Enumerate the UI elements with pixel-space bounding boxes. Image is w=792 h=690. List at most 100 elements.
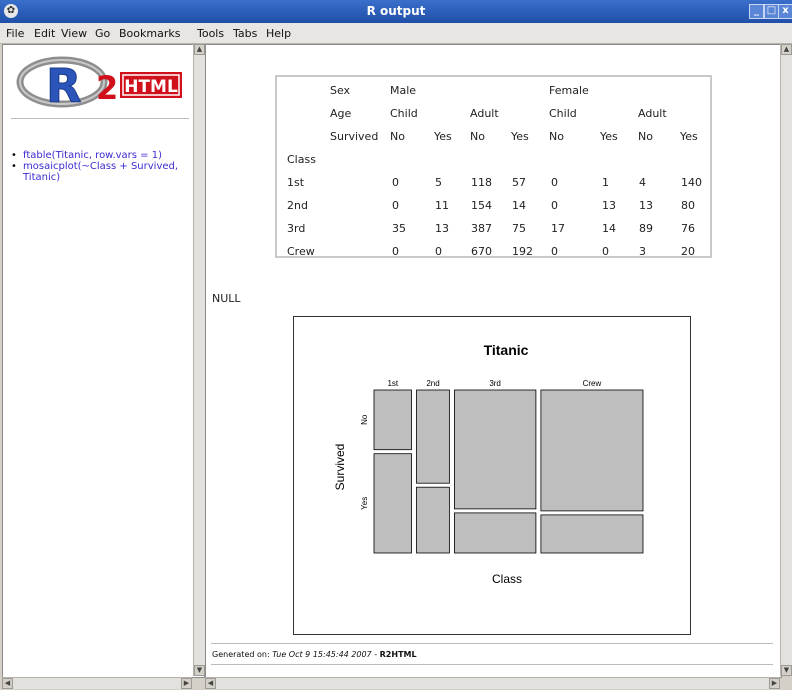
logo-two: 2 <box>96 69 118 107</box>
scroll-up-arrow-icon[interactable]: ▲ <box>194 44 205 55</box>
mosaic-tile-crew-yes <box>540 514 644 554</box>
mosaic-tile-crew-no <box>540 389 644 512</box>
table-header: Child <box>549 107 577 120</box>
table-header: No <box>390 130 405 143</box>
table-cell: 0 <box>392 245 399 258</box>
table-row-header: Class <box>287 153 316 166</box>
footer-text: Generated on: Tue Oct 9 15:45:44 2007 - … <box>212 650 417 659</box>
menu-edit[interactable]: Edit <box>34 27 55 40</box>
table-header: Yes <box>680 130 698 143</box>
table-cell: 192 <box>512 245 533 258</box>
x-tick-label: Crew <box>583 379 602 388</box>
table-cell: 0 <box>392 199 399 212</box>
menu-bookmarks[interactable]: Bookmarks <box>119 27 180 40</box>
mosaic-tile-first-yes <box>373 453 412 554</box>
table-cell: 57 <box>512 176 526 189</box>
scroll-right-arrow-icon[interactable]: ▶ <box>181 678 192 689</box>
mosaic-tile-third-no <box>453 389 537 510</box>
footer-sep: - <box>371 650 380 659</box>
menu-file[interactable]: File <box>6 27 24 40</box>
table-cell: 14 <box>512 199 526 212</box>
scroll-left-arrow-icon[interactable]: ◀ <box>2 678 13 689</box>
table-header: Sex <box>330 84 351 97</box>
table-cell: 118 <box>471 176 492 189</box>
table-header: Yes <box>511 130 529 143</box>
table-row-name: 2nd <box>287 199 308 212</box>
table-row-name: Crew <box>287 245 315 258</box>
table-cell: 0 <box>551 199 558 212</box>
table-header: Child <box>390 107 418 120</box>
menu-tabs[interactable]: Tabs <box>233 27 257 40</box>
mosaic-tile-first-no <box>373 389 412 451</box>
left-vertical-scrollbar[interactable]: ▲ ▼ <box>193 44 205 676</box>
mosaic-tile-third-yes <box>453 512 537 554</box>
toc-link-ftable[interactable]: ftable(Titanic, row.vars = 1) <box>11 150 199 161</box>
menu-view[interactable]: View <box>61 27 87 40</box>
table-cell: 17 <box>551 222 565 235</box>
x-tick-label: 3rd <box>489 379 501 388</box>
mosaic-tile-second-yes <box>416 486 450 554</box>
table-cell: 0 <box>392 176 399 189</box>
menu-help[interactable]: Help <box>266 27 291 40</box>
table-cell: 80 <box>681 199 695 212</box>
close-button[interactable]: x <box>778 4 792 19</box>
minimize-button[interactable]: _ <box>749 4 764 19</box>
table-header: Male <box>390 84 417 97</box>
table-header: Survived <box>330 130 379 143</box>
scroll-right-arrow-icon[interactable]: ▶ <box>769 678 780 689</box>
table-cell: 0 <box>551 176 558 189</box>
footer-divider <box>211 643 773 644</box>
table-cell: 0 <box>551 245 558 258</box>
r2html-logo: R 2 HTML <box>16 56 182 108</box>
table-cell: 387 <box>471 222 492 235</box>
y-axis-label: Survived <box>333 444 347 491</box>
table-cell: 670 <box>471 245 492 258</box>
table-cell: 1 <box>602 176 609 189</box>
table-cell: 20 <box>681 245 695 258</box>
plot-title: Titanic <box>484 342 529 358</box>
toc-list: ftable(Titanic, row.vars = 1) mosaicplot… <box>11 150 199 183</box>
mosaic-plot-svg: Titanic Class Survived 1st 2nd 3rd Crew No Ye… <box>333 342 644 586</box>
footer-date: Tue Oct 9 15:45:44 2007 <box>272 650 372 659</box>
null-output: NULL <box>212 292 241 305</box>
ftable-output: Sex Male Female Age Child Adult Child Ad… <box>275 75 712 258</box>
title-bar: ✿ R output _ □ x <box>0 0 792 23</box>
table-cell: 13 <box>639 199 653 212</box>
footer-brand: R2HTML <box>379 650 417 659</box>
table-cell: 3 <box>639 245 646 258</box>
scroll-down-arrow-icon[interactable]: ▼ <box>781 665 792 676</box>
menu-go[interactable]: Go <box>95 27 110 40</box>
menu-bar: File Edit View Go Bookmarks Tools Tabs H… <box>0 23 792 44</box>
toc-link-mosaicplot[interactable]: mosaicplot(~Class + Survived, Titanic) <box>11 161 199 183</box>
table-row-name: 1st <box>287 176 305 189</box>
right-horizontal-scrollbar[interactable]: ◀ ▶ <box>205 677 780 689</box>
output-frame: Sex Male Female Age Child Adult Child Ad… <box>205 44 782 678</box>
table-cell: 5 <box>435 176 442 189</box>
table-cell: 14 <box>602 222 616 235</box>
logo-html: HTML <box>124 77 178 97</box>
table-header: No <box>549 130 564 143</box>
table-cell: 75 <box>512 222 526 235</box>
footer-divider <box>211 664 773 665</box>
x-tick-label: 2nd <box>426 379 439 388</box>
table-header: Adult <box>470 107 499 120</box>
y-tick-label: No <box>360 414 369 425</box>
table-header: Female <box>549 84 589 97</box>
table-cell: 4 <box>639 176 646 189</box>
table-cell: 140 <box>681 176 702 189</box>
table-cell: 76 <box>681 222 695 235</box>
maximize-button[interactable]: □ <box>764 4 779 19</box>
table-row-name: 3rd <box>287 222 306 235</box>
scroll-down-arrow-icon[interactable]: ▼ <box>194 665 205 676</box>
menu-tools[interactable]: Tools <box>197 27 224 40</box>
scroll-up-arrow-icon[interactable]: ▲ <box>781 44 792 55</box>
right-vertical-scrollbar[interactable]: ▲ ▼ <box>780 44 792 676</box>
mosaic-plot: Titanic Class Survived 1st 2nd 3rd Crew No Ye… <box>293 316 691 635</box>
scroll-left-arrow-icon[interactable]: ◀ <box>205 678 216 689</box>
table-cell: 0 <box>602 245 609 258</box>
table-header: Yes <box>600 130 618 143</box>
logo-divider <box>11 118 189 119</box>
left-horizontal-scrollbar[interactable]: ◀ ▶ <box>2 677 192 689</box>
mosaic-tile-second-no <box>416 389 450 484</box>
table-header: No <box>470 130 485 143</box>
